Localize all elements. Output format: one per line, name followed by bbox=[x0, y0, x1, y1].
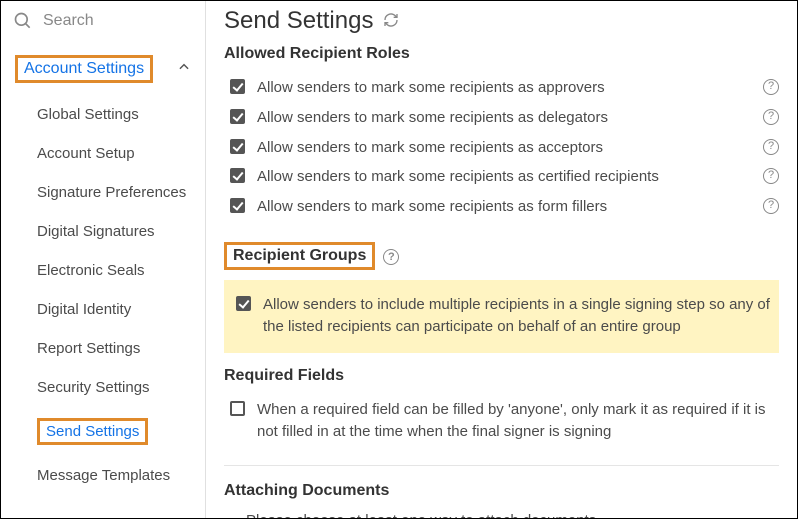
option-label: Allow senders to mark some recipients as… bbox=[257, 196, 751, 218]
section-title-recipient-groups: Recipient Groups ? bbox=[224, 242, 779, 270]
section-title-allowed-roles: Allowed Recipient Roles bbox=[224, 45, 779, 63]
nav-section-label: Account Settings bbox=[15, 55, 153, 83]
attaching-text: Please choose at least one way to attach… bbox=[224, 510, 779, 518]
sidebar-item-label: Signature Preferences bbox=[37, 184, 186, 201]
option-label: Allow senders to mark some recipients as… bbox=[257, 166, 751, 188]
sidebar-item-report-settings[interactable]: Report Settings bbox=[1, 329, 205, 368]
section-title-attaching: Attaching Documents bbox=[224, 482, 779, 500]
checkbox-required-fields[interactable] bbox=[230, 401, 245, 416]
sidebar-item-signature-preferences[interactable]: Signature Preferences bbox=[1, 173, 205, 212]
section-title-text: Recipient Groups bbox=[224, 242, 375, 270]
app-frame: Account Settings Global Settings Account… bbox=[0, 0, 798, 519]
sidebar-item-label: Digital Identity bbox=[37, 301, 131, 318]
option-label: Allow senders to mark some recipients as… bbox=[257, 107, 751, 129]
help-icon[interactable]: ? bbox=[763, 79, 779, 95]
sidebar-item-security-settings[interactable]: Security Settings bbox=[1, 368, 205, 407]
help-icon[interactable]: ? bbox=[763, 168, 779, 184]
sidebar-item-message-templates[interactable]: Message Templates bbox=[1, 456, 205, 495]
sidebar-item-label: Global Settings bbox=[37, 106, 139, 123]
option-approvers: Allow senders to mark some recipients as… bbox=[224, 73, 779, 103]
sidebar-item-label: Security Settings bbox=[37, 379, 150, 396]
checkbox-recipient-groups[interactable] bbox=[236, 296, 251, 311]
help-icon[interactable]: ? bbox=[383, 249, 399, 265]
option-acceptors: Allow senders to mark some recipients as… bbox=[224, 133, 779, 163]
checkbox-approvers[interactable] bbox=[230, 79, 245, 94]
sidebar-item-label: Report Settings bbox=[37, 340, 140, 357]
sidebar-item-label: Send Settings bbox=[37, 418, 148, 445]
option-label: When a required field can be filled by '… bbox=[257, 399, 779, 443]
help-icon[interactable]: ? bbox=[763, 139, 779, 155]
chevron-up-icon bbox=[177, 60, 191, 79]
sidebar-item-label: Message Templates bbox=[37, 467, 170, 484]
help-icon[interactable]: ? bbox=[763, 198, 779, 214]
option-form-fillers: Allow senders to mark some recipients as… bbox=[224, 192, 779, 222]
sidebar-item-electronic-seals[interactable]: Electronic Seals bbox=[1, 251, 205, 290]
main-content: Send Settings Allowed Recipient Roles Al… bbox=[206, 1, 797, 518]
sidebar-item-global-settings[interactable]: Global Settings bbox=[1, 95, 205, 134]
checkbox-delegators[interactable] bbox=[230, 109, 245, 124]
search-row bbox=[1, 1, 205, 43]
refresh-icon[interactable] bbox=[383, 7, 399, 35]
option-delegators: Allow senders to mark some recipients as… bbox=[224, 103, 779, 133]
nav-list: Global Settings Account Setup Signature … bbox=[1, 95, 205, 495]
checkbox-acceptors[interactable] bbox=[230, 139, 245, 154]
section-title-text: Attaching Documents bbox=[224, 482, 389, 500]
sidebar-item-account-setup[interactable]: Account Setup bbox=[1, 134, 205, 173]
section-title-text: Required Fields bbox=[224, 367, 344, 385]
sidebar-item-send-settings[interactable]: Send Settings bbox=[1, 407, 205, 456]
nav-section-account-settings[interactable]: Account Settings bbox=[1, 43, 205, 95]
search-icon bbox=[13, 11, 33, 31]
option-label: Allow senders to include multiple recipi… bbox=[263, 294, 771, 338]
help-icon[interactable]: ? bbox=[763, 109, 779, 125]
sidebar-item-label: Digital Signatures bbox=[37, 223, 155, 240]
sidebar-item-label: Electronic Seals bbox=[37, 262, 145, 279]
option-required-fields: When a required field can be filled by '… bbox=[224, 395, 779, 447]
option-recipient-groups: Allow senders to include multiple recipi… bbox=[230, 290, 771, 342]
option-label: Allow senders to mark some recipients as… bbox=[257, 137, 751, 159]
sidebar-item-digital-signatures[interactable]: Digital Signatures bbox=[1, 212, 205, 251]
option-label: Allow senders to mark some recipients as… bbox=[257, 77, 751, 99]
section-divider bbox=[224, 465, 779, 466]
page-title: Send Settings bbox=[224, 7, 373, 35]
option-certified: Allow senders to mark some recipients as… bbox=[224, 162, 779, 192]
highlight-recipient-groups: Allow senders to include multiple recipi… bbox=[224, 280, 779, 354]
checkbox-certified[interactable] bbox=[230, 168, 245, 183]
page-title-row: Send Settings bbox=[224, 7, 779, 35]
section-title-required-fields: Required Fields bbox=[224, 367, 779, 385]
sidebar-item-label: Account Setup bbox=[37, 145, 135, 162]
checkbox-form-fillers[interactable] bbox=[230, 198, 245, 213]
sidebar-item-digital-identity[interactable]: Digital Identity bbox=[1, 290, 205, 329]
section-title-text: Allowed Recipient Roles bbox=[224, 45, 410, 63]
sidebar: Account Settings Global Settings Account… bbox=[1, 1, 206, 518]
search-input[interactable] bbox=[43, 12, 193, 30]
